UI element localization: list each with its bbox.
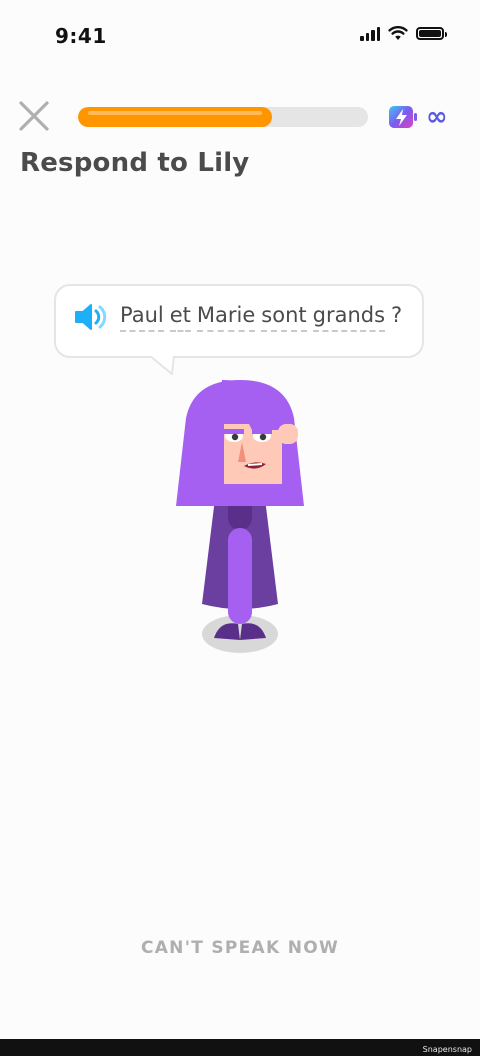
- watermark: Snapensnap: [422, 1045, 472, 1054]
- bottom-strip: [0, 1039, 480, 1056]
- speaker-icon[interactable]: [74, 302, 108, 332]
- cellular-signal-icon: [360, 26, 380, 41]
- status-icons: [360, 26, 447, 41]
- phrase-word[interactable]: et: [169, 303, 191, 332]
- phrase-word[interactable]: sont: [261, 303, 307, 332]
- cant-speak-now-button[interactable]: CAN'T SPEAK NOW: [0, 938, 480, 958]
- wifi-icon: [388, 26, 408, 40]
- energy-indicator[interactable]: ∞: [388, 104, 448, 130]
- speech-bubble-tail: [150, 356, 175, 375]
- energy-infinity-label: ∞: [426, 102, 448, 132]
- lesson-progress-bar: [78, 107, 368, 127]
- energy-battery-icon: [389, 106, 417, 128]
- prompt-phrase: Paul et Marie sont grands ?: [120, 303, 402, 332]
- phrase-word[interactable]: Marie: [196, 303, 256, 332]
- lesson-progress-fill: [78, 107, 273, 127]
- close-icon[interactable]: [16, 98, 52, 134]
- phrase-word[interactable]: Paul: [120, 303, 164, 332]
- status-bar: 9:41: [0, 0, 480, 70]
- phrase-word[interactable]: grands: [312, 303, 386, 332]
- phrase-punctuation: ?: [391, 303, 403, 327]
- lily-character-illustration: [176, 380, 304, 653]
- status-time: 9:41: [55, 24, 107, 48]
- battery-icon: [416, 27, 447, 40]
- page-title: Respond to Lily: [20, 148, 250, 178]
